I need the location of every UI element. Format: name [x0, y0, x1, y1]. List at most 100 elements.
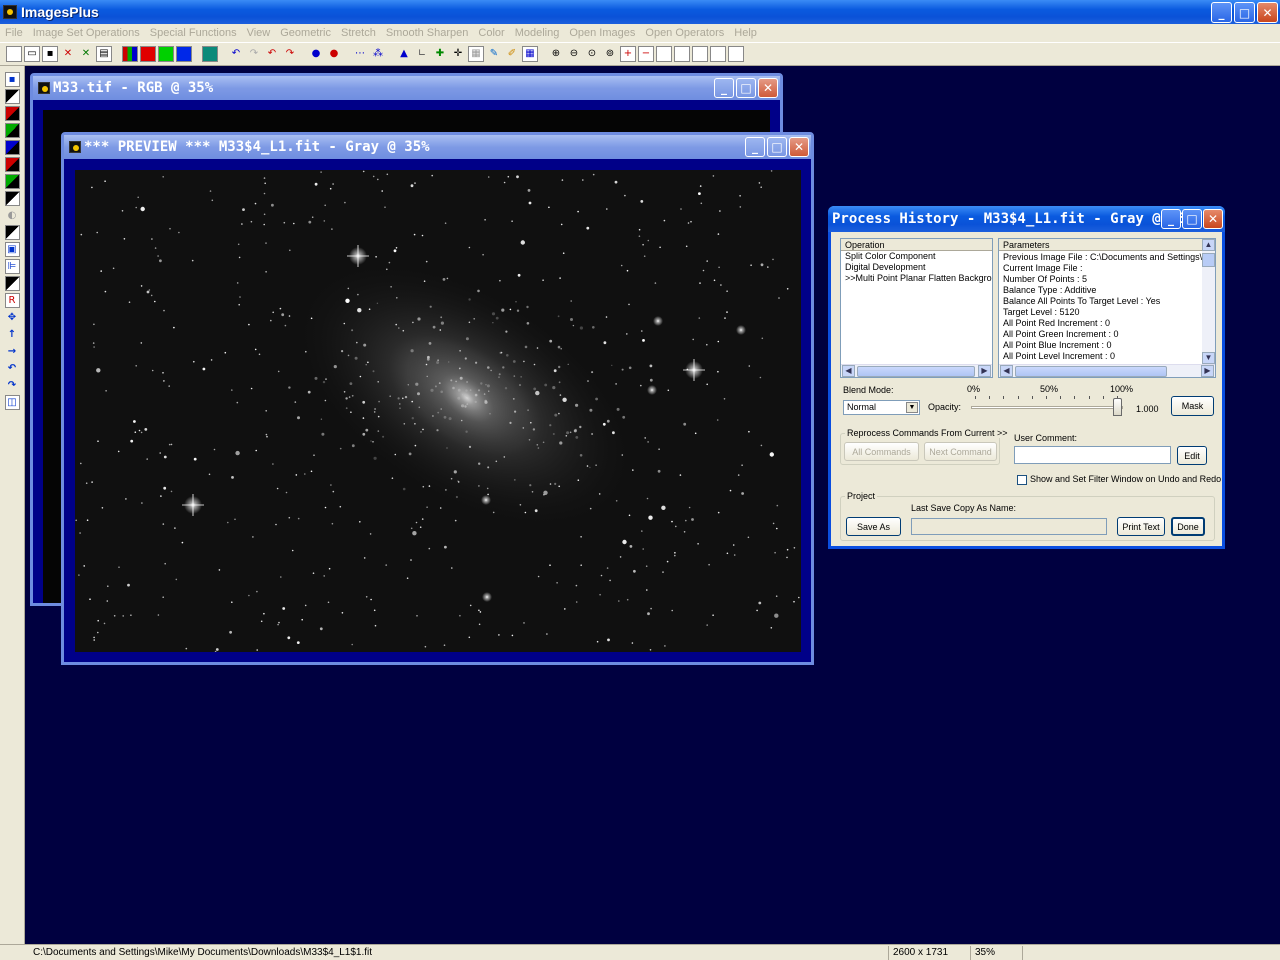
subtract-icon[interactable]: −: [638, 46, 654, 62]
edit-button[interactable]: Edit: [1177, 446, 1207, 465]
open-folder-icon[interactable]: ▭: [24, 46, 40, 62]
all-commands-button[interactable]: All Commands: [844, 442, 919, 461]
layers-icon[interactable]: ◫: [4, 395, 20, 410]
scroll-left-icon[interactable]: ◀: [842, 365, 855, 377]
paint-icon[interactable]: ✎: [486, 46, 502, 62]
scroll-right-icon[interactable]: ▶: [978, 365, 991, 377]
contrast-icon[interactable]: [4, 191, 20, 206]
red-channel-icon[interactable]: [140, 46, 156, 62]
app-title-bar[interactable]: ImagesPlus _ □ ✕: [0, 0, 1280, 24]
operation-horizontal-scrollbar[interactable]: ◀ ▶: [841, 364, 992, 377]
menu-view[interactable]: View: [242, 27, 276, 39]
zoom-actual-icon[interactable]: ⊚: [602, 46, 618, 62]
menu-special-functions[interactable]: Special Functions: [145, 27, 242, 39]
history-minimize-button[interactable]: _: [1161, 209, 1181, 229]
move-icon[interactable]: ✥: [5, 310, 20, 325]
menu-file[interactable]: File: [0, 27, 28, 39]
print-icon[interactable]: ▤: [96, 46, 112, 62]
scroll-thumb[interactable]: [1202, 253, 1215, 267]
redo-icon[interactable]: ↷: [246, 46, 262, 62]
scroll-left-icon[interactable]: ◀: [1000, 365, 1013, 377]
menu-color[interactable]: Color: [473, 27, 509, 39]
frame2-icon[interactable]: [674, 46, 690, 62]
operation-item[interactable]: Split Color Component: [841, 251, 992, 262]
blue-black-icon[interactable]: [4, 140, 20, 155]
green-channel-icon[interactable]: [158, 46, 174, 62]
rgb-window-title-bar[interactable]: M33.tif - RGB @ 35%: [33, 76, 780, 100]
up-arrow-icon[interactable]: ↑: [5, 327, 20, 342]
frame3-icon[interactable]: [692, 46, 708, 62]
gradient-icon[interactable]: [4, 225, 20, 240]
scroll-up-icon[interactable]: ▲: [1202, 239, 1215, 251]
redo-all-icon[interactable]: ↷: [282, 46, 298, 62]
scroll-down-icon[interactable]: ▼: [1202, 352, 1215, 364]
chevron-down-icon[interactable]: ▼: [906, 402, 918, 413]
brush-icon[interactable]: ✐: [504, 46, 520, 62]
preview-minimize-button[interactable]: _: [745, 137, 765, 157]
minimize-button[interactable]: _: [1211, 2, 1232, 23]
rotate-right-icon[interactable]: ↷: [5, 378, 20, 393]
color-picker-icon[interactable]: ◐: [5, 208, 20, 223]
parameters-list[interactable]: Parameters Previous Image File : C:\Docu…: [998, 238, 1216, 378]
grid-icon[interactable]: ▦: [468, 46, 484, 62]
save-icon[interactable]: ▪: [42, 46, 58, 62]
red-swatch-icon[interactable]: [4, 157, 20, 172]
operation-item[interactable]: >>Multi Point Planar Flatten Backgro...: [841, 273, 992, 284]
save-as-button[interactable]: Save As: [846, 517, 901, 536]
select-rect-icon[interactable]: ▣: [4, 242, 20, 257]
frame5-icon[interactable]: [728, 46, 744, 62]
process-history-dialog[interactable]: Process History - M33$4_L1.fit - Gray @ …: [828, 206, 1225, 549]
add-icon[interactable]: +: [620, 46, 636, 62]
done-button[interactable]: Done: [1171, 517, 1205, 536]
slider-thumb[interactable]: [1113, 398, 1122, 416]
menu-open-operators[interactable]: Open Operators: [640, 27, 729, 39]
rotate-left-icon[interactable]: ↶: [5, 361, 20, 376]
last-save-field[interactable]: [911, 518, 1107, 535]
zoom-in-icon[interactable]: ⊕: [548, 46, 564, 62]
scroll-right-icon[interactable]: ▶: [1201, 365, 1214, 377]
scroll-thumb[interactable]: [1015, 366, 1167, 377]
undo-all-icon[interactable]: ↶: [264, 46, 280, 62]
mask-icon[interactable]: ●: [308, 46, 324, 62]
menu-stretch[interactable]: Stretch: [336, 27, 381, 39]
frame4-icon[interactable]: [710, 46, 726, 62]
luminance-icon[interactable]: [202, 46, 218, 62]
maximize-button[interactable]: □: [1234, 2, 1255, 23]
line-tool-icon[interactable]: ⋯: [352, 46, 368, 62]
frame-icon[interactable]: [656, 46, 672, 62]
close-image-icon[interactable]: ✕: [60, 46, 76, 62]
next-command-button[interactable]: Next Command: [924, 442, 997, 461]
history-close-button[interactable]: ✕: [1203, 209, 1223, 229]
invert-icon[interactable]: [4, 276, 20, 291]
show-filter-checkbox[interactable]: [1017, 475, 1027, 485]
operation-list[interactable]: Operation Split Color Component Digital …: [840, 238, 993, 378]
menu-modeling[interactable]: Modeling: [510, 27, 565, 39]
points-tool-icon[interactable]: ⁂: [370, 46, 386, 62]
operation-item[interactable]: Digital Development: [841, 262, 992, 273]
blend-mode-select[interactable]: Normal ▼: [843, 400, 920, 415]
scroll-thumb[interactable]: [857, 366, 975, 377]
menu-open-images[interactable]: Open Images: [564, 27, 640, 39]
menu-help[interactable]: Help: [729, 27, 762, 39]
parameters-vertical-scrollbar[interactable]: ▲ ▼: [1202, 239, 1215, 364]
green-swatch-icon[interactable]: [4, 174, 20, 189]
black-white-icon[interactable]: [4, 89, 20, 104]
preview-window-title-bar[interactable]: *** PREVIEW *** M33$4_L1.fit - Gray @ 35…: [64, 135, 811, 159]
zoom-fit-icon[interactable]: ⊙: [584, 46, 600, 62]
target-icon[interactable]: ✛: [450, 46, 466, 62]
rgb-close-button[interactable]: ✕: [758, 78, 778, 98]
crop-icon[interactable]: R: [4, 293, 20, 308]
mask-button[interactable]: Mask: [1171, 396, 1214, 416]
close-button[interactable]: ✕: [1257, 2, 1278, 23]
parameters-horizontal-scrollbar[interactable]: ◀ ▶: [999, 364, 1215, 377]
opacity-slider[interactable]: [971, 394, 1123, 420]
print-text-button[interactable]: Print Text: [1117, 517, 1165, 536]
align-icon[interactable]: ⊫: [4, 259, 20, 274]
rgb-channels-icon[interactable]: [122, 46, 138, 62]
close-all-icon[interactable]: ✕: [78, 46, 94, 62]
rgb-maximize-button[interactable]: □: [736, 78, 756, 98]
undo-icon[interactable]: ↶: [228, 46, 244, 62]
mask-invert-icon[interactable]: ●: [326, 46, 342, 62]
galaxy-image[interactable]: [75, 170, 801, 652]
crosshair-icon[interactable]: ✚: [432, 46, 448, 62]
